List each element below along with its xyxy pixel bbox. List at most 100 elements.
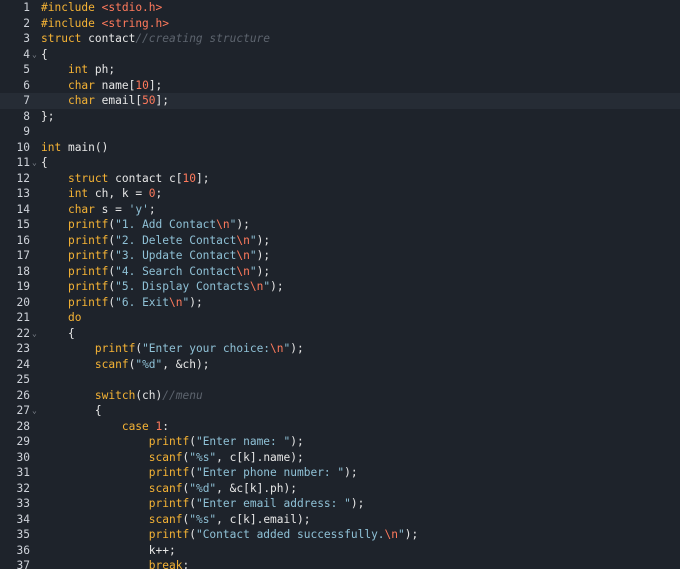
code-line[interactable]: 37 break;	[0, 558, 680, 569]
code-line[interactable]: 8};	[0, 109, 680, 125]
code-line[interactable]: 6 char name[10];	[0, 78, 680, 94]
fold-chevron-icon[interactable]: ⌄	[32, 326, 40, 342]
token: int	[41, 140, 62, 154]
code-line[interactable]: 28 case 1:	[0, 419, 680, 435]
token: break	[148, 559, 183, 569]
code-text: printf("Contact added successfully.\n");	[41, 527, 418, 543]
code-line[interactable]: 20 printf("6. Exit\n");	[0, 295, 680, 311]
token: );	[189, 295, 203, 309]
token: "Enter phone number: "	[195, 466, 345, 479]
code-line[interactable]: 32 scanf("%d", &c[k].ph);	[0, 481, 680, 497]
code-text: scanf("%s", c[k].email);	[41, 512, 311, 528]
code-line[interactable]: 24 scanf("%d", &ch);	[0, 357, 680, 373]
fold-chevron-icon[interactable]: ⌄	[32, 47, 40, 63]
token: printf	[148, 497, 190, 510]
token: (	[189, 497, 196, 510]
code-text: };	[41, 109, 54, 125]
token: <string.h>	[101, 16, 169, 30]
token: (	[189, 435, 196, 448]
line-number: 14	[16, 202, 30, 216]
token: \n	[216, 218, 230, 231]
token: scanf	[94, 357, 129, 371]
token: scanf	[148, 481, 183, 495]
code-line[interactable]: 3 struct contact//creating structure	[0, 31, 680, 47]
token: (	[189, 466, 196, 479]
code-editor[interactable]: 1 #include <stdio.h> 2 #include <string.h> 3…	[0, 0, 680, 569]
line-number: 20	[16, 295, 30, 309]
token: "%d"	[135, 357, 163, 371]
code-line[interactable]: 15 printf("1. Add Contact\n");	[0, 217, 680, 233]
token: {	[41, 326, 75, 340]
code-line[interactable]: 13 int ch, k = 0;	[0, 186, 680, 202]
code-line[interactable]: 18 printf("4. Search Contact\n");	[0, 264, 680, 280]
code-line[interactable]: 1 #include <stdio.h>	[0, 0, 680, 16]
code-text: int ph;	[41, 62, 115, 78]
code-line[interactable]: 14 char s = 'y';	[0, 202, 680, 218]
token: scanf	[148, 512, 183, 526]
token: #include	[41, 1, 95, 14]
token: {	[41, 47, 48, 61]
token: char	[67, 78, 95, 92]
code-line[interactable]: 12 struct contact c[10];	[0, 171, 680, 187]
token: );	[350, 497, 365, 510]
code-line[interactable]: 4 ⌄{	[0, 47, 680, 63]
code-line[interactable]: 27 ⌄ {	[0, 403, 680, 419]
token: );	[404, 528, 419, 541]
code-line[interactable]: 21 do	[0, 310, 680, 326]
code-line[interactable]: 7 char email[50];	[0, 93, 680, 109]
token: "	[249, 233, 257, 247]
token: "%s"	[189, 450, 217, 464]
code-line[interactable]: 31 printf("Enter phone number: ");	[0, 465, 680, 481]
code-line[interactable]: 17 printf("3. Update Contact\n");	[0, 248, 680, 264]
code-line[interactable]: 10 int main()	[0, 140, 680, 156]
code-line[interactable]: 34 scanf("%s", c[k].email);	[0, 512, 680, 528]
code-line[interactable]: 33 printf("Enter email address: ");	[0, 496, 680, 512]
code-text: printf("4. Search Contact\n");	[41, 264, 270, 280]
code-text: break;	[41, 558, 189, 569]
code-text: char email[50];	[41, 93, 169, 109]
token: "3. Update Contact	[115, 249, 237, 262]
token: );	[270, 280, 284, 293]
code-line[interactable]: 29 printf("Enter name: ");	[0, 434, 680, 450]
code-text: #include <stdio.h>	[41, 0, 162, 16]
line-number: 13	[16, 187, 30, 200]
code-line[interactable]: 25	[0, 372, 680, 388]
code-line[interactable]: 23 printf("Enter your choice:\n");	[0, 341, 680, 357]
code-line[interactable]: 5 int ph;	[0, 62, 680, 78]
fold-chevron-icon[interactable]: ⌄	[32, 155, 40, 171]
code-line[interactable]: 16 printf("2. Delete Contact\n");	[0, 233, 680, 249]
code-text: printf("Enter name: ");	[41, 434, 304, 450]
line-number: 30	[16, 450, 30, 464]
code-line[interactable]: 35 printf("Contact added successfully.\n…	[0, 527, 680, 543]
fold-chevron-icon[interactable]: ⌄	[32, 403, 40, 419]
line-number: 15	[16, 218, 30, 231]
line-number: 17	[16, 249, 30, 262]
line-number: 34	[16, 512, 30, 526]
code-text: #include <string.h>	[41, 16, 169, 32]
token: "Enter your choice:	[142, 342, 271, 355]
token: ;	[182, 559, 190, 569]
code-text: printf("2. Delete Contact\n");	[41, 233, 270, 249]
code-line[interactable]: 2 #include <string.h>	[0, 16, 680, 32]
code-line[interactable]: 26 switch(ch)//menu	[0, 388, 680, 404]
line-number: 37	[16, 559, 30, 569]
code-line[interactable]: 9	[0, 124, 680, 140]
code-text: int ch, k = 0;	[41, 186, 162, 202]
token: printf	[67, 218, 109, 231]
token: );	[290, 342, 304, 355]
code-line[interactable]: 11 ⌄{	[0, 155, 680, 171]
token: , c[k].email);	[216, 512, 311, 526]
token: );	[236, 218, 250, 231]
code-line[interactable]: 36 k++;	[0, 543, 680, 559]
code-line[interactable]: 22 ⌄ {	[0, 326, 680, 342]
code-line[interactable]: 30 scanf("%s", c[k].name);	[0, 450, 680, 466]
token: 10	[182, 171, 196, 185]
code-line[interactable]: 19 printf("5. Display Contacts\n");	[0, 279, 680, 295]
token: };	[41, 109, 55, 123]
